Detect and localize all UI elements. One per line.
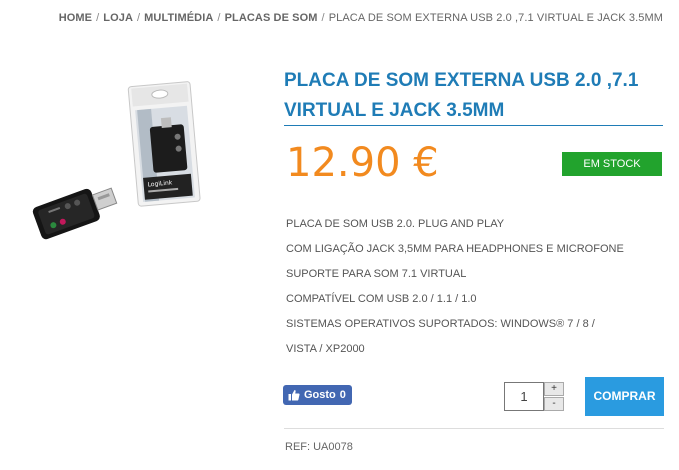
breadcrumb-home[interactable]: HOME xyxy=(59,12,92,24)
title-divider xyxy=(284,125,663,126)
quantity-stepper: 1 + - xyxy=(504,382,564,411)
quantity-increase-button[interactable]: + xyxy=(544,382,564,396)
breadcrumb-placas-de-som[interactable]: PLACAS DE SOM xyxy=(225,12,318,24)
product-title: PLACA DE SOM EXTERNA USB 2.0 ,7.1 VIRTUA… xyxy=(284,70,639,121)
feature-item: PLACA DE SOM USB 2.0. PLUG AND PLAY xyxy=(286,218,505,230)
like-count: 0 xyxy=(339,389,346,401)
breadcrumb-separator: / xyxy=(217,12,221,24)
facebook-like-button[interactable]: Gosto 0 xyxy=(283,385,352,405)
breadcrumb-multimedia[interactable]: MULTIMÉDIA xyxy=(144,12,213,24)
quantity-decrease-button[interactable]: - xyxy=(544,397,564,411)
buy-button[interactable]: COMPRAR xyxy=(585,377,664,416)
divider xyxy=(284,428,664,429)
feature-item: SISTEMAS OPERATIVOS SUPORTADOS: WINDOWS®… xyxy=(286,318,595,355)
product-photo: LogiLink xyxy=(32,81,201,240)
like-label: Gosto xyxy=(304,389,336,401)
breadcrumb-loja[interactable]: LOJA xyxy=(103,12,133,24)
breadcrumb-separator: / xyxy=(96,12,100,24)
feature-item: COM LIGAÇÃO JACK 3,5MM PARA HEADPHONES E… xyxy=(286,243,624,255)
quantity-input[interactable]: 1 xyxy=(504,382,544,411)
breadcrumb: HOME / LOJA / MULTIMÉDIA / PLACAS DE SOM / PLACA… xyxy=(59,12,663,24)
breadcrumb-current: PLACA DE SOM EXTERNA USB 2.0 ,7.1 VIRTUA… xyxy=(328,12,663,24)
thumbs-up-icon xyxy=(288,390,300,401)
feature-list: PLACA DE SOM USB 2.0. PLUG AND PLAY COM … xyxy=(286,212,626,362)
product-reference: REF: UA0078 xyxy=(285,441,353,453)
product-image[interactable]: LogiLink xyxy=(30,72,230,252)
breadcrumb-separator: / xyxy=(321,12,325,24)
stock-status-badge: EM STOCK xyxy=(562,152,662,176)
breadcrumb-separator: / xyxy=(137,12,141,24)
feature-item: COMPATÍVEL COM USB 2.0 / 1.1 / 1.0 xyxy=(286,293,477,305)
product-price: 12.90 € xyxy=(286,140,439,186)
feature-item: SUPORTE PARA SOM 7.1 VIRTUAL xyxy=(286,268,467,280)
